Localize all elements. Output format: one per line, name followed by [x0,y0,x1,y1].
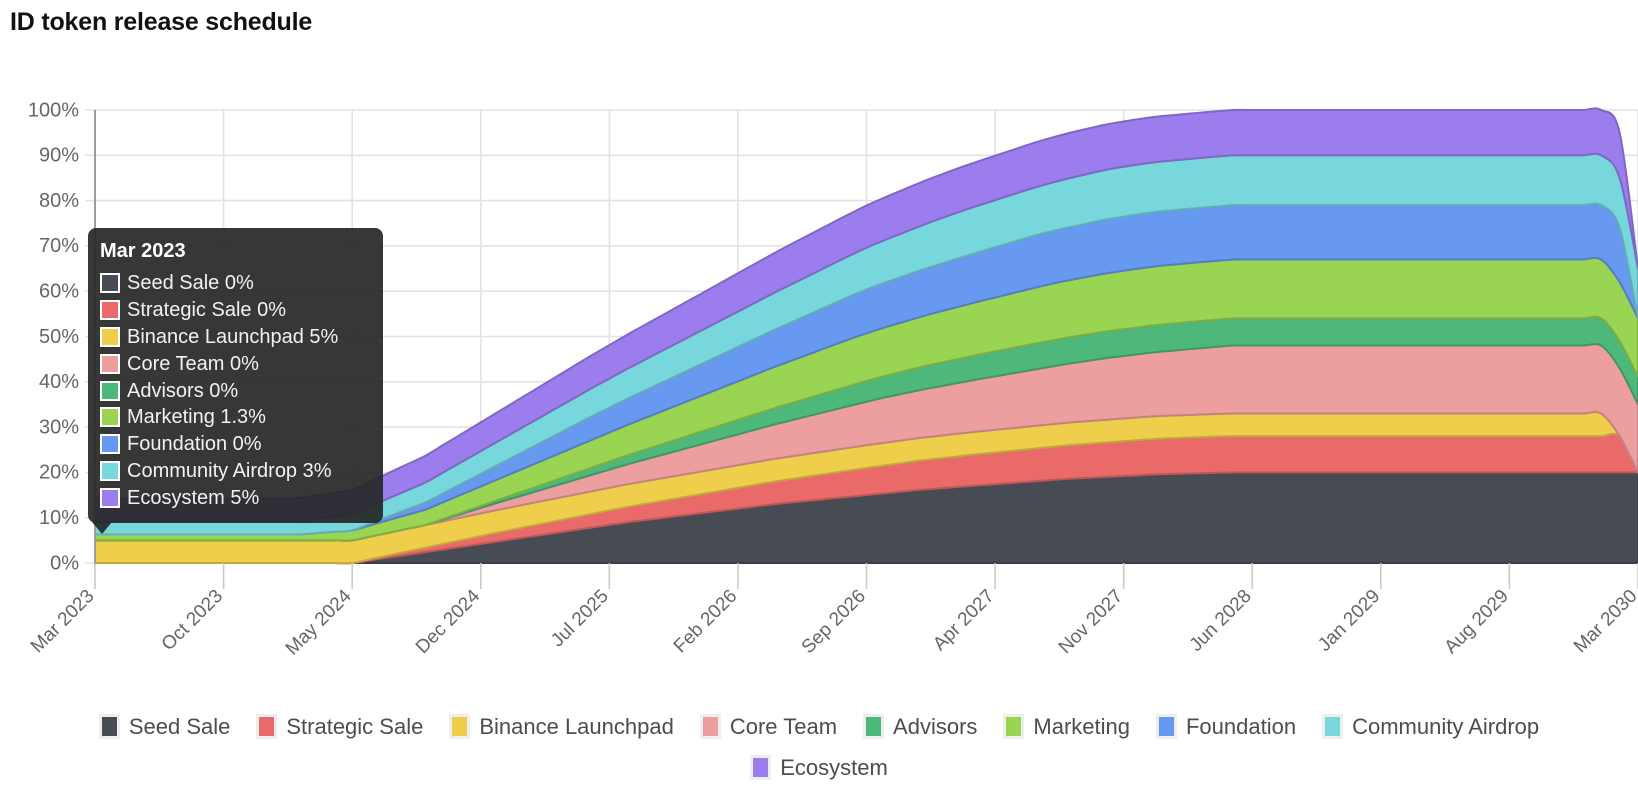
tooltip-row-label: Advisors 0% [127,379,239,402]
legend-color-swatch [1322,714,1344,739]
legend-item-community-airdrop[interactable]: Community Airdrop [1322,714,1539,740]
legend-label: Strategic Sale [286,713,424,739]
tooltip-row: Core Team 0% [100,350,369,377]
x-tick-label: Dec 2024 [412,585,485,658]
tooltip-row: Binance Launchpad 5% [100,324,369,351]
x-tick-label: Jun 2028 [1186,586,1256,656]
legend-label: Foundation [1185,713,1297,739]
x-tick-label: Sep 2026 [798,586,870,658]
tooltip-row-label: Foundation 0% [127,433,262,456]
tooltip-title: Mar 2023 [100,240,186,262]
legend-row-secondary: Ecosystem [0,747,1638,788]
x-tick-label: Aug 2029 [1441,586,1513,658]
chart-tooltip: Mar 2023 Seed Sale 0% Strategic Sale 0% Bi… [88,228,383,535]
legend-item-core-team[interactable]: Core Team [699,713,838,740]
y-tick-label: 100% [28,99,79,121]
tooltip-row: Foundation 0% [100,431,369,458]
tooltip-color-swatch [100,326,120,347]
tooltip-row-label: Ecosystem 5% [127,486,260,509]
tooltip-row: Advisors 0% [100,377,369,404]
x-tick-labels: Mar 2023 Oct 2023 May 2024 Dec 2024 Jul 2025… [27,585,1638,659]
legend-label: Advisors [893,713,978,739]
tooltip-color-swatch [100,273,120,294]
tooltip-pointer-icon [92,522,112,535]
tooltip-row-label: Community Airdrop 3% [127,459,332,482]
y-tick-label: 20% [39,462,79,484]
legend-color-swatch [1155,714,1177,739]
tooltip-row: Seed Sale 0% [100,270,369,297]
legend-item-marketing[interactable]: Marketing [1003,714,1130,740]
x-tick-label: Jul 2025 [547,586,613,652]
x-tick-label: Nov 2027 [1055,586,1127,658]
legend-color-swatch [256,714,278,739]
legend-color-swatch [863,714,885,739]
tooltip-row-label: Seed Sale 0% [127,272,254,295]
x-tick-label: Oct 2023 [158,586,227,655]
tooltip-series-list: Seed Sale 0% Strategic Sale 0% Binance Lau… [100,270,369,511]
tooltip-color-swatch [100,353,120,374]
tooltip-row-label: Core Team 0% [127,352,259,375]
y-tick-label: 50% [39,326,79,348]
x-tick-label: Feb 2026 [670,586,742,658]
legend-label: Binance Launchpad [479,713,674,739]
y-tick-label: 10% [39,507,79,529]
tooltip-row-label: Binance Launchpad 5% [127,325,339,348]
y-tick-label: 80% [39,190,79,212]
x-tick-label: Apr 2027 [929,586,998,655]
legend-color-swatch [449,714,471,739]
tooltip-color-swatch [100,300,120,321]
tooltip-color-swatch [100,434,120,455]
x-tick-label: Mar 2023 [27,586,99,658]
tooltip-row-label: Marketing 1.3% [127,406,266,429]
legend-label: Marketing [1033,713,1130,739]
tooltip-color-swatch [100,487,120,508]
x-tick-label: Jan 2029 [1314,586,1384,656]
tooltip-row: Ecosystem 5% [100,484,369,511]
legend-color-swatch [98,714,120,739]
y-tick-label: 40% [39,371,79,393]
y-tick-label: 60% [39,280,79,302]
y-tick-label: 90% [39,145,79,167]
y-tick-labels: 0% 10% 20% 30% 40% 50% 60% 70% 80% 90% 100% [28,99,79,574]
legend-item-strategic-sale[interactable]: Strategic Sale [256,714,423,740]
legend-row-primary: Seed Sale Strategic Sale Binance Launchpad… [0,706,1638,747]
legend-label: Seed Sale [128,713,231,739]
y-tick-label: 30% [39,416,79,438]
legend-item-foundation[interactable]: Foundation [1155,713,1297,740]
chart-legend: Seed Sale Strategic Sale Binance Launchpad… [0,706,1638,788]
tooltip-color-swatch [100,407,120,428]
tooltip-color-swatch [100,460,120,481]
legend-item-binance-launchpad[interactable]: Binance Launchpad [449,714,674,740]
tooltip-row: Strategic Sale 0% [100,297,369,324]
legend-label: Ecosystem [780,754,888,780]
legend-color-swatch [750,755,772,780]
tooltip-row-label: Strategic Sale 0% [127,299,286,322]
y-tick-label: 0% [50,552,79,574]
tooltip-color-swatch [100,380,120,401]
legend-color-swatch [699,714,721,739]
y-tick-label: 70% [39,235,79,257]
legend-item-seed-sale[interactable]: Seed Sale [98,713,231,740]
legend-item-ecosystem[interactable]: Ecosystem [750,755,888,781]
legend-item-advisors[interactable]: Advisors [863,714,977,740]
legend-label: Core Team [729,713,838,739]
chart-container: ID token release schedule 0% 10% 20% 30% 40%… [0,0,1638,794]
legend-color-swatch [1003,714,1025,739]
x-tick-label: May 2024 [282,585,356,659]
tooltip-row: Marketing 1.3% [100,404,369,431]
x-tick-label: Mar 2030 [1570,586,1638,658]
legend-label: Community Airdrop [1352,713,1540,739]
tooltip-row: Community Airdrop 3% [100,458,369,485]
